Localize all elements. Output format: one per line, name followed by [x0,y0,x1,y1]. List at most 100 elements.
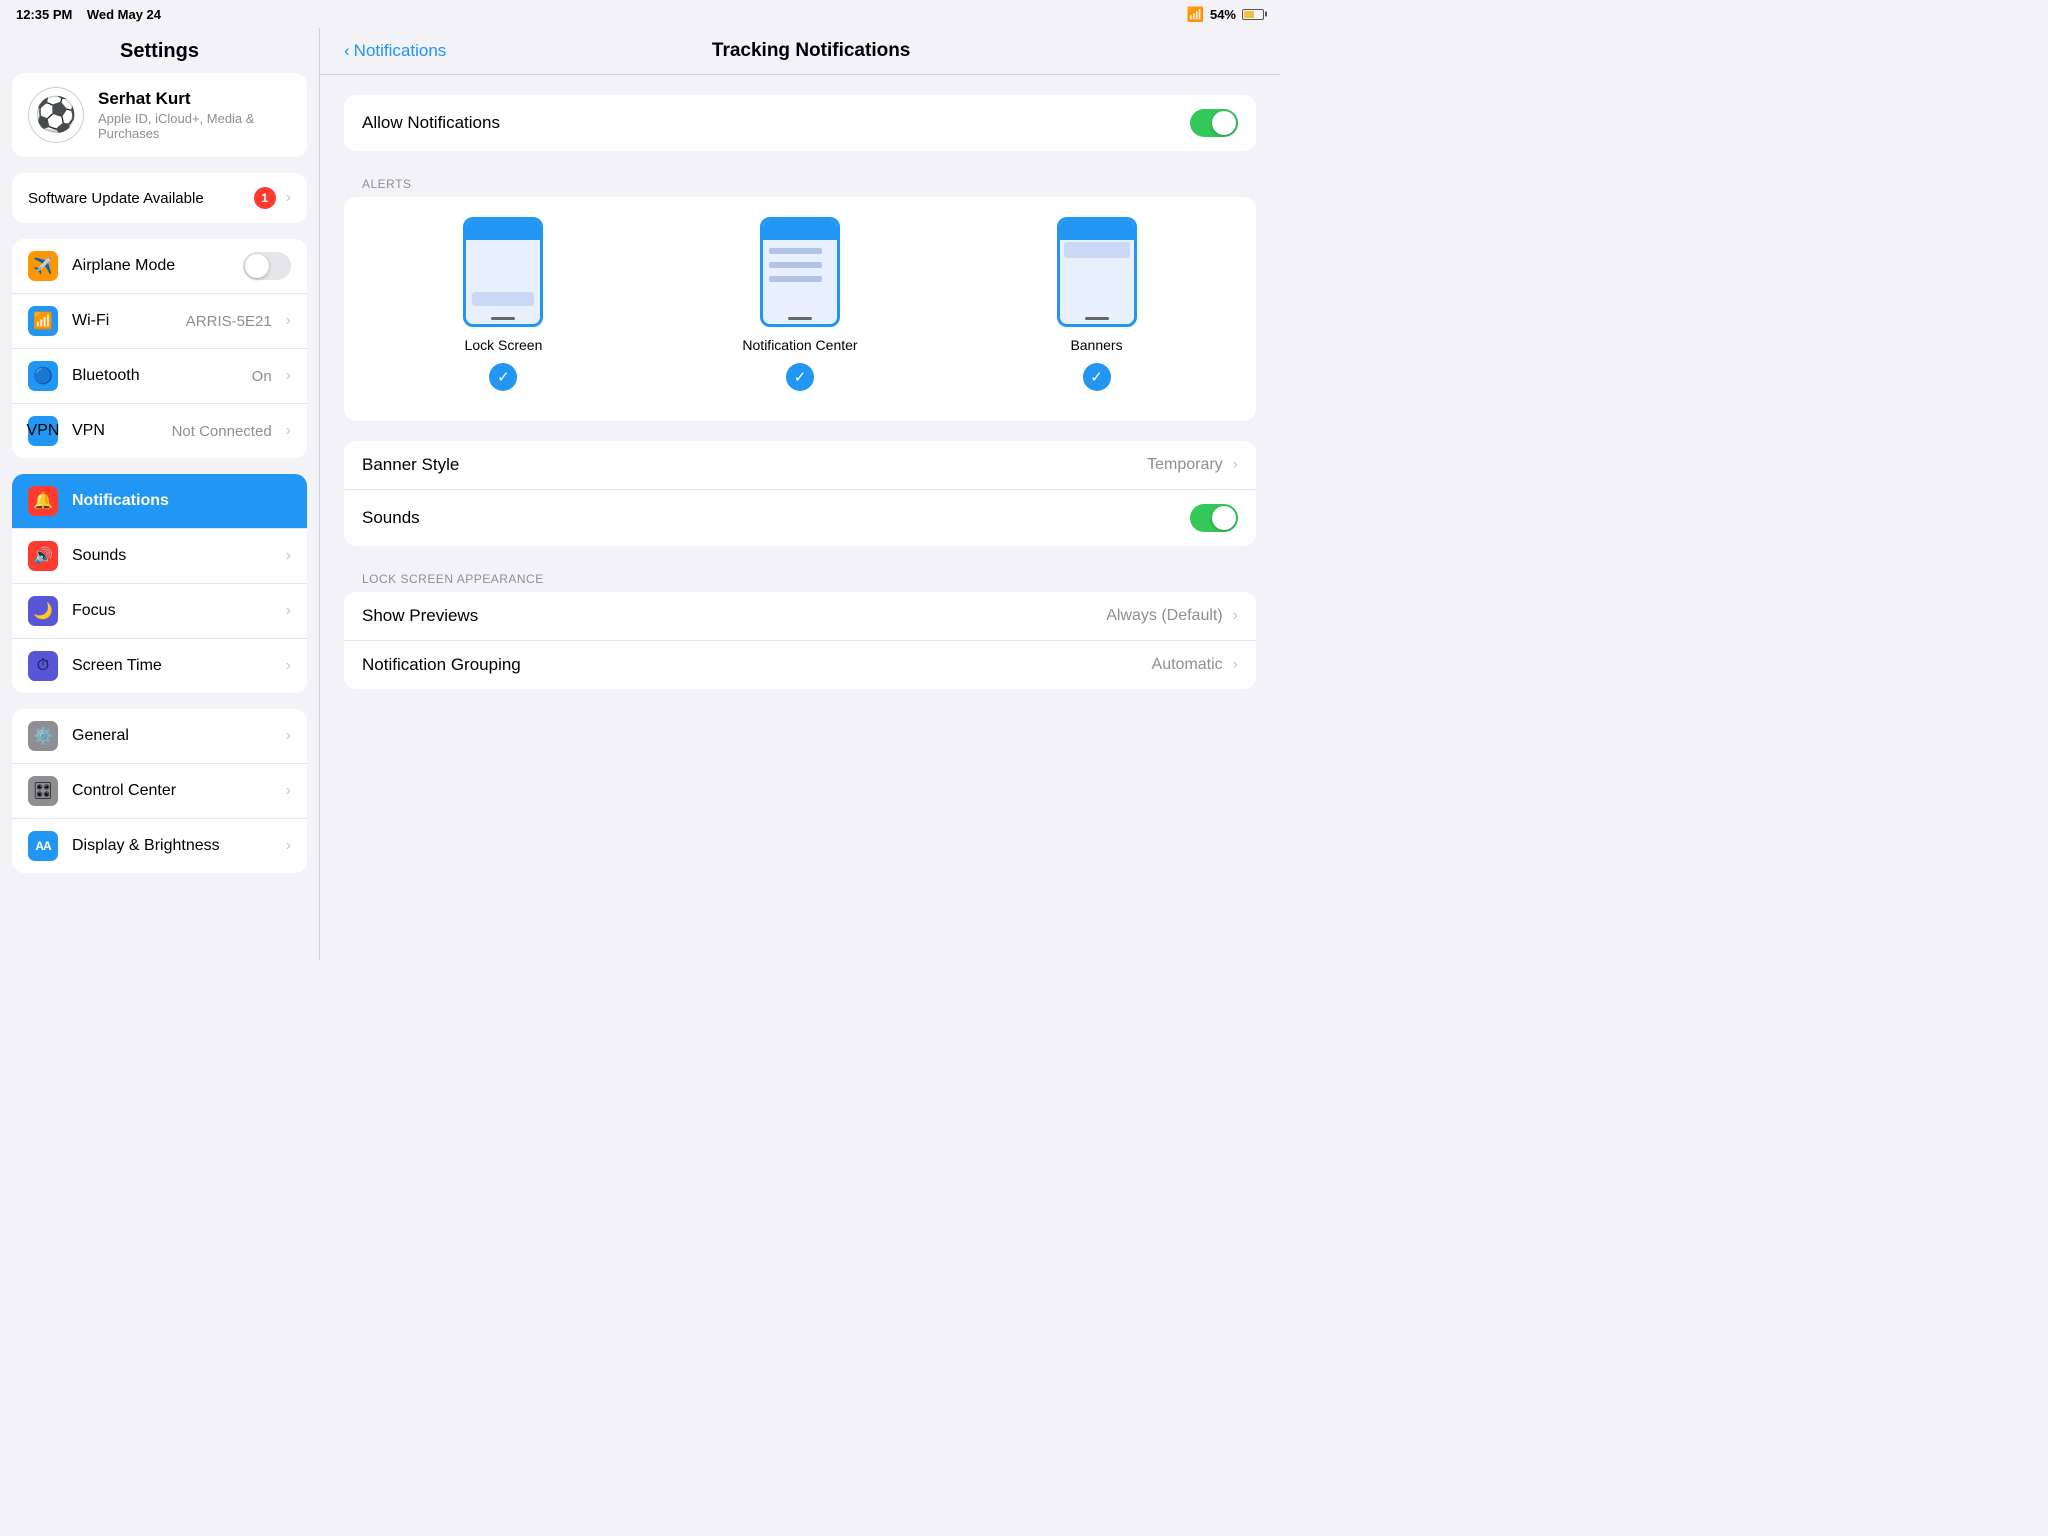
bluetooth-chevron-icon: › [286,367,291,385]
allow-notifications-row: Allow Notifications [344,95,1256,151]
banners-status-top [1060,220,1134,240]
screentime-icon: ⏱ [28,651,58,681]
status-date: Wed May 24 [87,7,161,22]
profile-subtitle: Apple ID, iCloud+, Media & Purchases [98,111,291,141]
lock-screen-device-icon: 9:41 [463,217,543,327]
page-title: Tracking Notifications [446,40,1256,62]
banner-style-row[interactable]: Banner Style Temporary › [344,441,1256,490]
vpn-chevron-icon: › [286,422,291,440]
sidebar-item-vpn[interactable]: VPN VPN Not Connected › [12,404,307,458]
sidebar-item-wifi[interactable]: 📶 Wi-Fi ARRIS-5E21 › [12,294,307,349]
status-right: 📶 54% [1187,6,1264,23]
settings-group-connectivity: ✈️ Airplane Mode 📶 Wi-Fi ARRIS-5E21 › 🔵 … [12,239,307,458]
displaybrightness-icon: AA [28,831,58,861]
notification-center-check: ✓ [786,363,814,391]
update-chevron-icon: › [286,189,291,207]
banners-label: Banners [1070,337,1122,353]
lock-screen-appearance-group: Show Previews Always (Default) › Notific… [344,592,1256,689]
main-layout: Settings ⚽ Serhat Kurt Apple ID, iCloud+… [0,28,1280,960]
controlcenter-label: Control Center [72,782,272,800]
content-panel: ‹ Notifications Tracking Notifications A… [320,28,1280,960]
settings-group-notifications: 🔔 Notifications 🔊 Sounds › 🌙 Focus › ⏱ S… [12,474,307,693]
profile-card[interactable]: ⚽ Serhat Kurt Apple ID, iCloud+, Media &… [12,73,307,157]
content-body: Allow Notifications ALERTS 9:41 [320,75,1280,729]
bluetooth-icon: 🔵 [28,361,58,391]
allow-notifications-label: Allow Notifications [362,113,1180,133]
notification-grouping-chevron-icon: › [1233,656,1238,674]
back-button[interactable]: ‹ Notifications [344,41,446,61]
bluetooth-label: Bluetooth [72,367,238,385]
lock-screen-option[interactable]: 9:41 Lock Screen ✓ [463,217,543,391]
battery-icon [1242,9,1264,20]
general-icon: ⚙️ [28,721,58,751]
wifi-value: ARRIS-5E21 [186,313,272,330]
sidebar-title: Settings [0,28,319,73]
vpn-icon: VPN [28,416,58,446]
general-label: General [72,727,272,745]
displaybrightness-chevron-icon: › [286,837,291,855]
sidebar-item-focus[interactable]: 🌙 Focus › [12,584,307,639]
wifi-settings-icon: 📶 [28,306,58,336]
general-chevron-icon: › [286,727,291,745]
banner-style-label: Banner Style [362,455,1137,475]
airplane-toggle-knob [245,254,269,278]
notification-grouping-value: Automatic [1152,656,1223,674]
banners-option[interactable]: Banners ✓ [1057,217,1137,391]
nc-status-top [763,220,837,240]
sidebar: Settings ⚽ Serhat Kurt Apple ID, iCloud+… [0,28,320,960]
sidebar-item-displaybrightness[interactable]: AA Display & Brightness › [12,819,307,873]
allow-notifications-toggle[interactable] [1190,109,1238,137]
sidebar-item-bluetooth[interactable]: 🔵 Bluetooth On › [12,349,307,404]
focus-label: Focus [72,602,272,620]
back-label: Notifications [354,41,447,61]
sidebar-item-screentime[interactable]: ⏱ Screen Time › [12,639,307,693]
allow-notifications-knob [1212,111,1236,135]
bluetooth-value: On [252,368,272,385]
notification-center-option[interactable]: Notification Center ✓ [742,217,857,391]
lock-screen-notif-bar [472,292,534,306]
settings-group-general: ⚙️ General › 🎛 Control Center › AA Displ… [12,709,307,873]
notification-center-label: Notification Center [742,337,857,353]
show-previews-chevron-icon: › [1233,607,1238,625]
sidebar-item-airplane[interactable]: ✈️ Airplane Mode [12,239,307,294]
vpn-value: Not Connected [172,423,272,440]
profile-info: Serhat Kurt Apple ID, iCloud+, Media & P… [98,89,291,141]
sounds-knob [1212,506,1236,530]
displaybrightness-label: Display & Brightness [72,837,272,855]
show-previews-value: Always (Default) [1106,607,1222,625]
profile-name: Serhat Kurt [98,89,291,109]
lock-screen-section-header: LOCK SCREEN APPEARANCE [344,566,1256,592]
lock-screen-label: Lock Screen [465,337,543,353]
show-previews-label: Show Previews [362,606,1096,626]
status-bar: 12:35 PM Wed May 24 📶 54% [0,0,1280,28]
software-update-card[interactable]: Software Update Available 1 › [12,173,307,223]
wifi-label: Wi-Fi [72,312,172,330]
wifi-chevron-icon: › [286,312,291,330]
sidebar-item-notifications[interactable]: 🔔 Notifications [12,474,307,529]
vpn-label: VPN [72,422,158,440]
show-previews-row[interactable]: Show Previews Always (Default) › [344,592,1256,641]
controlcenter-chevron-icon: › [286,782,291,800]
sounds-row-label: Sounds [362,508,1180,528]
notification-grouping-label: Notification Grouping [362,655,1142,675]
sounds-toggle[interactable] [1190,504,1238,532]
content-header: ‹ Notifications Tracking Notifications [320,28,1280,75]
alerts-section-header: ALERTS [344,171,1256,197]
banner-style-value: Temporary [1147,456,1223,474]
airplane-icon: ✈️ [28,251,58,281]
alert-options: 9:41 Lock Screen ✓ [364,217,1236,391]
banners-home-indicator [1085,317,1109,320]
sounds-chevron-icon: › [286,547,291,565]
sidebar-item-sounds[interactable]: 🔊 Sounds › [12,529,307,584]
airplane-toggle[interactable] [243,252,291,280]
banner-sounds-group: Banner Style Temporary › Sounds [344,441,1256,546]
sidebar-item-controlcenter[interactable]: 🎛 Control Center › [12,764,307,819]
sounds-icon: 🔊 [28,541,58,571]
status-time-date: 12:35 PM Wed May 24 [16,7,161,22]
nc-home-indicator [788,317,812,320]
sidebar-item-general[interactable]: ⚙️ General › [12,709,307,764]
notification-grouping-row[interactable]: Notification Grouping Automatic › [344,641,1256,689]
alerts-card: 9:41 Lock Screen ✓ [344,197,1256,421]
battery-percent: 54% [1210,7,1236,22]
banner-style-chevron-icon: › [1233,456,1238,474]
